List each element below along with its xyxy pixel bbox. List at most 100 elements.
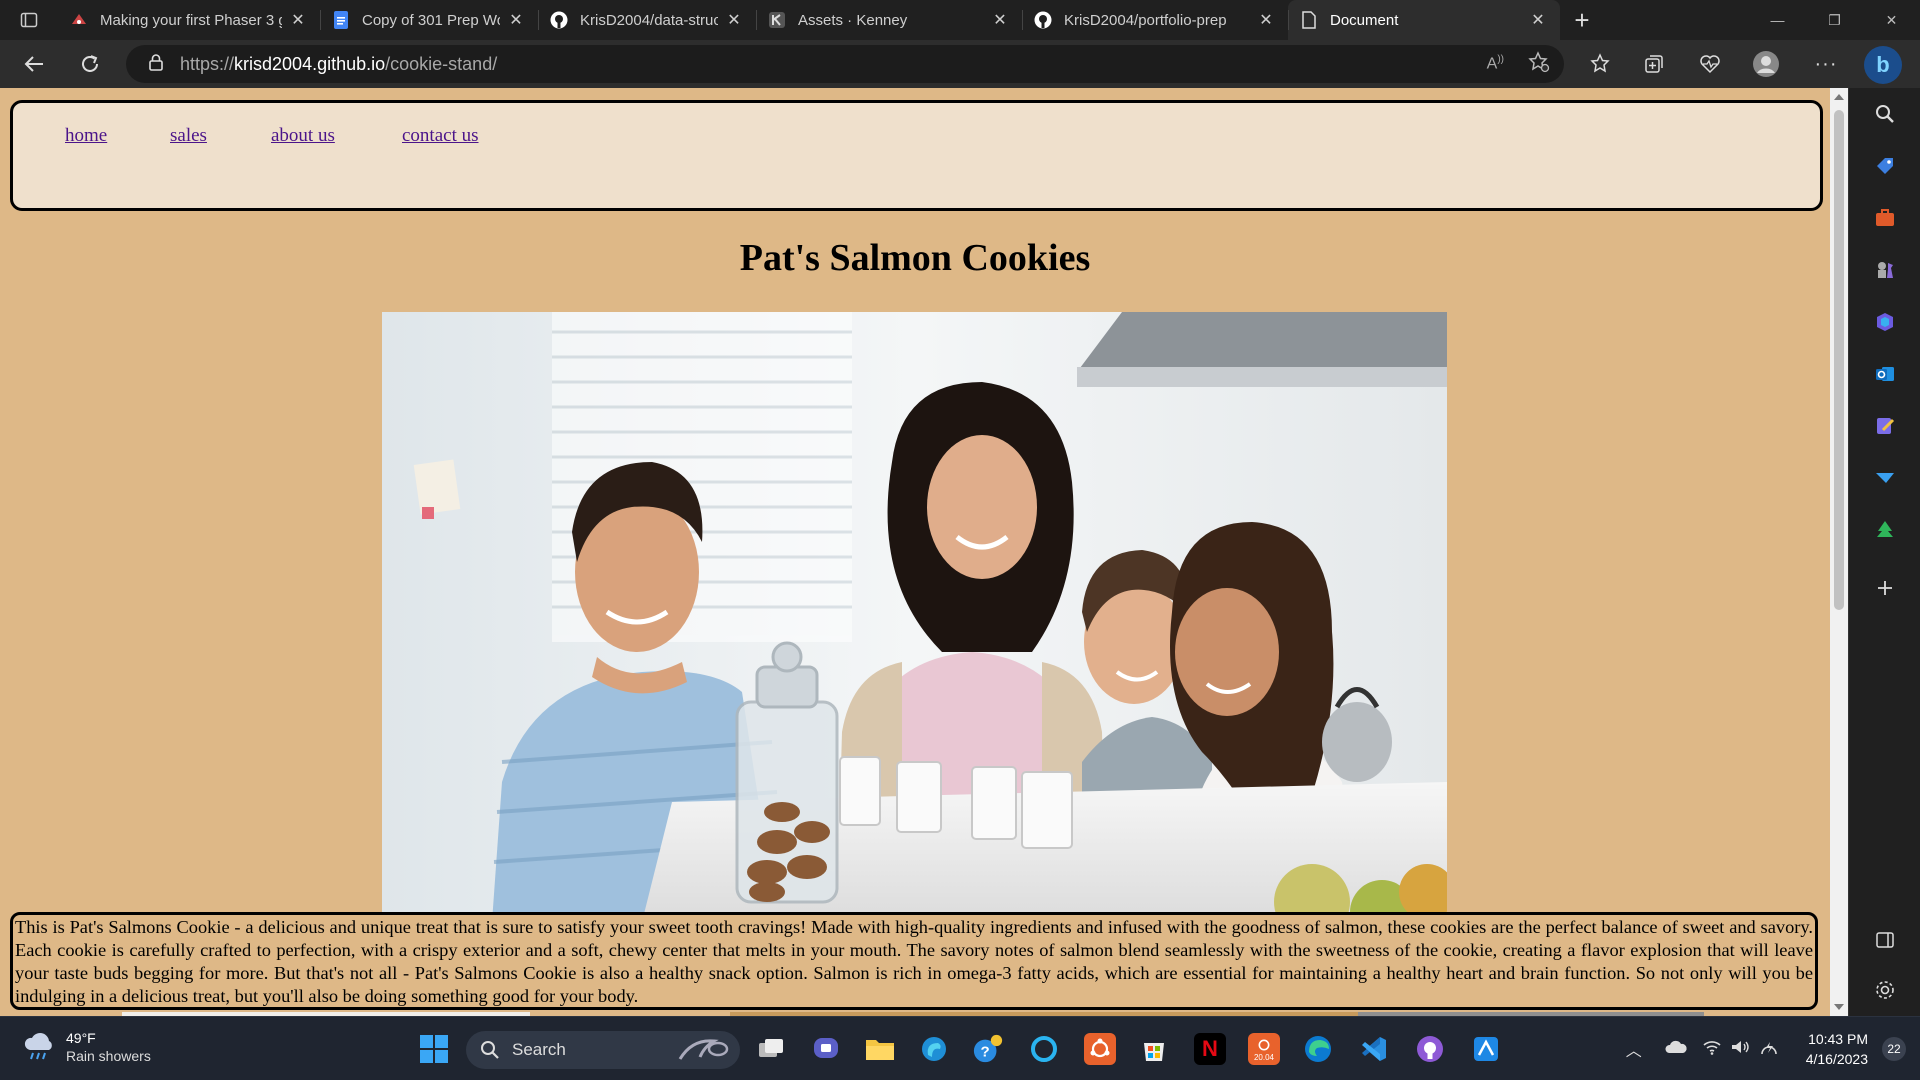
scroll-thumb[interactable] [1834,110,1844,610]
tab-portfolio-prep[interactable]: KrisD2004/portfolio-prep ✕ [1022,0,1288,40]
window-controls: — ❐ ✕ [1749,0,1920,40]
onedrive-cloud-icon[interactable] [1664,1039,1688,1060]
tab-data-structures[interactable]: KrisD2004/data-structures-a ✕ [538,0,756,40]
battery-charging-icon[interactable] [1758,1038,1780,1061]
bing-chat-button[interactable]: b [1864,46,1902,84]
page-scrollbar[interactable] [1830,88,1848,1016]
ubuntu-icon[interactable] [1084,1033,1116,1065]
google-docs-icon [332,11,350,29]
profile-button[interactable] [1750,48,1782,80]
maximize-button[interactable]: ❐ [1806,0,1863,40]
windows-taskbar: 49°F Rain showers Search ? N 20.04 ︿ 10:… [0,1016,1920,1080]
show-hidden-icons-chevron-icon[interactable]: ︿ [1626,1037,1642,1061]
edge-sidebar [1848,88,1920,1016]
avatar-icon [1753,51,1779,77]
microsoft-365-icon[interactable] [1873,310,1897,334]
url-text[interactable]: https://krisd2004.github.io/cookie-stand… [180,54,497,75]
netflix-icon[interactable]: N [1194,1033,1226,1065]
github-icon [1034,11,1052,29]
page-viewport: home sales about us contact us Pat's Sal… [0,88,1830,1016]
clock-time: 10:43 PM [1808,1031,1868,1047]
nav-link-contact-us[interactable]: contact us [402,125,479,147]
clock-date: 4/16/2023 [1805,1051,1868,1067]
edge-dev-icon[interactable] [918,1033,950,1065]
browser-essentials-button[interactable] [1694,48,1726,80]
send-plane-icon[interactable] [1873,466,1897,490]
close-tab-icon[interactable]: ✕ [1528,10,1548,30]
search-label: Search [512,1040,566,1059]
add-sidebar-app-icon[interactable] [1873,576,1897,600]
lock-icon[interactable] [148,53,168,76]
scroll-down-arrow-icon[interactable] [1834,1004,1844,1010]
settings-more-button[interactable]: ··· [1810,48,1842,80]
edge-browser-icon[interactable] [1302,1033,1334,1065]
nav-link-home[interactable]: home [65,125,107,147]
read-aloud-icon[interactable]: A)) [1487,54,1504,73]
tab-kenney[interactable]: Assets · Kenney ✕ [756,0,1022,40]
more-icon: ··· [1814,52,1838,75]
cortana-icon[interactable] [1028,1033,1060,1065]
taskbar-search[interactable]: Search [466,1031,740,1069]
tab-title: Copy of 301 Prep Work - Go [362,11,500,29]
windows-logo-icon [420,1035,448,1063]
wifi-icon[interactable] [1702,1039,1722,1060]
outlook-icon[interactable] [1873,362,1897,386]
teams-chat-icon[interactable] [810,1033,842,1065]
nav-link-about-us[interactable]: about us [271,125,335,147]
back-button[interactable] [18,48,50,80]
tab-title: KrisD2004/portfolio-prep [1064,11,1227,29]
tools-briefcase-icon[interactable] [1873,206,1897,230]
sidebar-settings-gear-icon[interactable] [1873,978,1897,1002]
shopping-tag-icon[interactable] [1873,154,1897,178]
tab-actions-button[interactable] [0,0,58,40]
page-icon [1300,11,1318,29]
hero-image [382,312,1447,922]
start-button[interactable] [418,1033,450,1065]
tab-google-docs[interactable]: Copy of 301 Prep Work - Go ✕ [320,0,538,40]
nav-link-sales[interactable]: sales [170,125,207,147]
description-box: This is Pat's Salmons Cookie - a delicio… [10,912,1818,1010]
favorites-button[interactable] [1584,48,1616,80]
tab-title: Assets · Kenney [798,11,908,29]
search-icon [481,1041,499,1059]
tab-strip: Making your first Phaser 3 g ✕ Copy of 3… [0,0,1920,40]
refresh-button[interactable] [74,48,106,80]
heart-pulse-icon [1700,55,1720,74]
microsoft-store-icon[interactable] [1138,1033,1170,1065]
close-tab-icon[interactable]: ✕ [506,10,526,30]
drop-notes-icon[interactable] [1873,414,1897,438]
close-tab-icon[interactable]: ✕ [1256,10,1276,30]
azure-app-icon[interactable] [1470,1033,1502,1065]
volume-icon[interactable] [1730,1039,1750,1060]
new-tab-button[interactable]: + [1560,0,1604,40]
games-chess-icon[interactable] [1873,258,1897,282]
weather-widget[interactable]: 49°F Rain showers [22,1029,151,1065]
vscode-icon[interactable] [1358,1033,1390,1065]
tab-title: KrisD2004/data-structures-a [580,11,718,29]
tab-phaser[interactable]: Making your first Phaser 3 g ✕ [58,0,320,40]
favorites-star-icon [1590,53,1610,73]
address-bar-actions: A)) [1487,45,1550,83]
hide-sidebar-icon[interactable] [1873,928,1897,952]
help-sticky-icon[interactable]: ? [972,1033,1004,1065]
task-view-icon[interactable] [755,1033,787,1065]
address-bar[interactable]: https://krisd2004.github.io/cookie-stand… [126,45,1564,83]
close-tab-icon[interactable]: ✕ [990,10,1010,30]
file-explorer-icon[interactable] [864,1033,896,1065]
ubuntu-2004-icon[interactable]: 20.04 [1248,1033,1280,1065]
tree-icon[interactable] [1873,518,1897,542]
close-tab-icon[interactable]: ✕ [724,10,744,30]
notification-count-badge[interactable]: 22 [1882,1037,1906,1061]
netflix-logo-letter: N [1202,1036,1218,1061]
scroll-up-arrow-icon[interactable] [1834,94,1844,100]
sidebar-search-icon[interactable] [1873,102,1897,126]
minimize-button[interactable]: — [1749,0,1806,40]
add-favorite-icon[interactable] [1528,51,1550,77]
phaser-icon [70,11,88,29]
close-window-button[interactable]: ✕ [1863,0,1920,40]
system-clock[interactable]: 10:43 PM 4/16/2023 [1806,1029,1868,1069]
collections-button[interactable] [1638,48,1670,80]
tab-document[interactable]: Document ✕ [1288,0,1560,40]
close-tab-icon[interactable]: ✕ [288,10,308,30]
github-desktop-icon[interactable] [1414,1033,1446,1065]
